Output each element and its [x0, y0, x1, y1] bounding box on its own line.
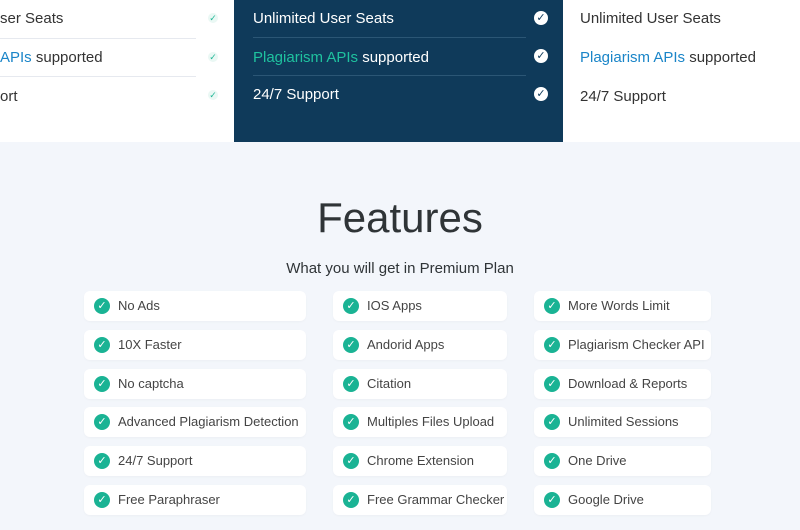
features-heading: Features: [317, 194, 483, 241]
check-circle-icon: ✓: [94, 376, 110, 392]
plagiarism-apis-link[interactable]: Plagiarism APIs: [253, 49, 358, 66]
plan-feature-apis-rest: supported: [31, 49, 103, 66]
feature-item: ✓ Andorid Apps: [333, 330, 507, 360]
feature-item: ✓ Citation: [333, 369, 507, 399]
feature-label: More Words Limit: [568, 298, 670, 313]
check-circle-icon: ✓: [343, 414, 359, 430]
feature-item: ✓ One Drive: [534, 446, 711, 476]
feature-label: Advanced Plagiarism Detection: [118, 414, 299, 429]
check-circle-icon: ✓: [544, 376, 560, 392]
divider: [0, 76, 196, 77]
plan-feature-support: 24/7 Support: [253, 86, 339, 103]
plan-column-right: Unlimited User Seats Plagiarism APIs sup…: [563, 0, 800, 142]
plagiarism-apis-link[interactable]: Plagiarism APIs: [580, 49, 685, 66]
check-circle-icon: ✓: [343, 492, 359, 508]
check-circle-icon: ✓: [544, 492, 560, 508]
feature-item: ✓ Free Grammar Checker: [333, 485, 507, 515]
plan-feature-user-seats: ser Seats: [0, 10, 64, 27]
plan-feature-user-seats: Unlimited User Seats: [580, 10, 721, 27]
check-circle-icon: ✓: [343, 376, 359, 392]
check-icon: ✓: [208, 52, 218, 62]
check-circle-icon: ✓: [94, 298, 110, 314]
check-icon: ✓: [534, 49, 548, 63]
feature-label: Free Paraphraser: [118, 492, 220, 507]
features-subtitle: What you will get in Premium Plan: [286, 260, 514, 277]
check-circle-icon: ✓: [544, 414, 560, 430]
feature-item: ✓ No Ads: [84, 291, 306, 321]
plan-feature-apis: Plagiarism APIs supported: [580, 49, 756, 66]
feature-label: 10X Faster: [118, 337, 182, 352]
feature-label: Multiples Files Upload: [367, 414, 495, 429]
feature-item: ✓ More Words Limit: [534, 291, 711, 321]
feature-item: ✓ Multiples Files Upload: [333, 407, 507, 437]
feature-label: Plagiarism Checker API: [568, 337, 705, 352]
plan-feature-apis: APIs supported: [0, 49, 103, 66]
feature-item: ✓ Chrome Extension: [333, 446, 507, 476]
feature-label: No captcha: [118, 376, 184, 391]
plan-feature-support: 24/7 Support: [580, 88, 666, 105]
check-circle-icon: ✓: [94, 337, 110, 353]
plan-column-featured: Unlimited User Seats ✓ Plagiarism APIs s…: [234, 0, 563, 142]
check-icon: ✓: [534, 87, 548, 101]
feature-label: No Ads: [118, 298, 160, 313]
feature-item: ✓ Advanced Plagiarism Detection: [84, 407, 306, 437]
feature-item: ✓ 24/7 Support: [84, 446, 306, 476]
check-icon: ✓: [208, 90, 218, 100]
feature-item: ✓ IOS Apps: [333, 291, 507, 321]
feature-item: ✓ Plagiarism Checker API: [534, 330, 711, 360]
feature-item: ✓ Google Drive: [534, 485, 711, 515]
plan-feature-apis-rest: supported: [358, 49, 429, 66]
check-circle-icon: ✓: [343, 453, 359, 469]
check-circle-icon: ✓: [544, 337, 560, 353]
plan-feature-support: ort: [0, 88, 18, 105]
feature-label: 24/7 Support: [118, 453, 193, 468]
plan-feature-apis: Plagiarism APIs supported: [253, 49, 429, 66]
check-circle-icon: ✓: [94, 414, 110, 430]
check-circle-icon: ✓: [544, 453, 560, 469]
feature-item: ✓ No captcha: [84, 369, 306, 399]
feature-label: One Drive: [568, 453, 627, 468]
feature-item: ✓ 10X Faster: [84, 330, 306, 360]
feature-label: Citation: [367, 376, 412, 391]
feature-label: Chrome Extension: [367, 453, 474, 468]
divider: [253, 37, 526, 38]
feature-item: ✓ Unlimited Sessions: [534, 407, 711, 437]
check-circle-icon: ✓: [343, 298, 359, 314]
check-icon: ✓: [208, 13, 218, 23]
feature-item: ✓ Free Paraphraser: [84, 485, 306, 515]
divider: [0, 38, 196, 39]
feature-label: Google Drive: [568, 492, 644, 507]
plan-column-left: ser Seats ✓ APIs supported ✓ ort ✓: [0, 0, 234, 142]
feature-label: Unlimited Sessions: [568, 414, 679, 429]
pricing-comparison: ser Seats ✓ APIs supported ✓ ort ✓ Unlim…: [0, 0, 800, 142]
feature-label: Free Grammar Checker: [367, 492, 505, 507]
divider: [253, 75, 526, 76]
feature-label: Andorid Apps: [367, 337, 445, 352]
feature-item: ✓ Download & Reports: [534, 369, 711, 399]
feature-label: Download & Reports: [568, 376, 688, 391]
check-circle-icon: ✓: [544, 298, 560, 314]
plan-feature-apis-rest: supported: [685, 49, 756, 66]
check-circle-icon: ✓: [94, 492, 110, 508]
check-circle-icon: ✓: [94, 453, 110, 469]
check-icon: ✓: [534, 11, 548, 25]
check-circle-icon: ✓: [343, 337, 359, 353]
feature-label: IOS Apps: [367, 298, 422, 313]
plan-feature-user-seats: Unlimited User Seats: [253, 10, 394, 27]
plagiarism-apis-link[interactable]: APIs: [0, 49, 32, 66]
